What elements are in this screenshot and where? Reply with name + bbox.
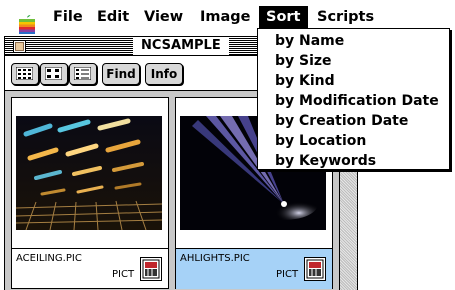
sort-by-name[interactable]: by Name <box>275 31 344 51</box>
file-cell-aceiling[interactable]: ACEILING.PIC PICT <box>11 97 169 289</box>
file-name: AHLIGHTS.PIC <box>180 253 250 264</box>
menu-view[interactable]: View <box>137 6 190 28</box>
small-grid-view-button[interactable] <box>40 63 68 85</box>
apple-menu-icon[interactable] <box>18 14 36 34</box>
menu-image[interactable]: Image <box>193 6 258 28</box>
sort-by-location[interactable]: by Location <box>275 131 366 151</box>
menu-edit[interactable]: Edit <box>90 6 136 28</box>
file-label-bar: ACEILING.PIC PICT <box>12 248 168 289</box>
file-type: PICT <box>112 269 135 280</box>
window-title: NCSAMPLE <box>133 37 229 55</box>
large-grid-view-button[interactable] <box>11 63 39 85</box>
file-name: ACEILING.PIC <box>16 253 82 264</box>
sort-dropdown-menu: by Name by Size by Kind by Modification … <box>257 28 450 170</box>
find-button[interactable]: Find <box>102 63 140 85</box>
sort-by-kind[interactable]: by Kind <box>275 71 335 91</box>
menu-scripts[interactable]: Scripts <box>310 6 381 28</box>
menu-sort[interactable]: Sort <box>259 6 308 28</box>
sort-by-keywords[interactable]: by Keywords <box>275 151 376 171</box>
sort-by-modification-date[interactable]: by Modification Date <box>275 91 439 111</box>
large-grid-icon <box>16 67 33 80</box>
pict-document-icon <box>304 257 326 281</box>
pict-document-icon <box>140 257 162 281</box>
list-view-icon <box>74 67 91 80</box>
sort-by-size[interactable]: by Size <box>275 51 332 71</box>
file-type: PICT <box>276 269 299 280</box>
menu-bar: File Edit View Image Sort Scripts <box>0 6 455 34</box>
sort-by-creation-date[interactable]: by Creation Date <box>275 111 408 131</box>
close-box-icon[interactable] <box>13 40 26 53</box>
list-view-button[interactable] <box>69 63 97 85</box>
aceiling-thumbnail <box>16 116 162 230</box>
small-grid-icon <box>45 67 62 80</box>
desktop-screen: File Edit View Image Sort Scripts NCSAMP… <box>0 0 455 290</box>
menu-file[interactable]: File <box>46 6 90 28</box>
info-button[interactable]: Info <box>145 63 183 85</box>
file-label-bar-selected: AHLIGHTS.PIC PICT <box>176 248 332 289</box>
